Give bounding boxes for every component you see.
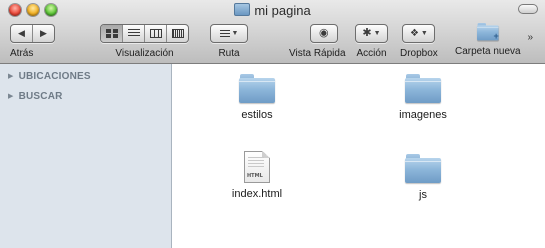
- arrange-icon: [219, 30, 230, 37]
- folder-icon: [405, 154, 441, 184]
- window-title: mi pagina: [0, 2, 545, 20]
- action-button-face: ✱ ▼: [356, 25, 387, 42]
- view-control: [100, 24, 189, 43]
- sidebar-section-label: UBICACIONES: [18, 70, 91, 82]
- finder-window: mi pagina ◀ ▶ Atrás Visualización ▼ Ruta…: [0, 0, 545, 248]
- list-view-button[interactable]: [122, 25, 144, 42]
- arrow-right-icon: ▶: [40, 28, 47, 38]
- icon-view-button[interactable]: [101, 25, 122, 42]
- item-label: index.html: [231, 188, 283, 200]
- gear-icon: ✱: [362, 27, 372, 39]
- item-label: imagenes: [399, 109, 447, 121]
- disclosure-triangle-icon[interactable]: ▶: [8, 72, 14, 80]
- forward-button[interactable]: ▶: [32, 25, 54, 42]
- list-icon: [127, 29, 140, 38]
- eye-icon: ◉: [318, 27, 329, 39]
- chevron-down-icon: ▼: [231, 30, 239, 37]
- folder-item-js[interactable]: js: [378, 154, 468, 201]
- file-item-index-html[interactable]: HTML index.html: [212, 151, 302, 200]
- coverflow-view-button[interactable]: [166, 25, 188, 42]
- quicklook-button[interactable]: ◉: [309, 24, 338, 43]
- arrange-button-face: ▼: [211, 25, 247, 42]
- back-forward-control: ◀ ▶: [10, 24, 55, 43]
- arrow-left-icon: ◀: [18, 28, 25, 38]
- sidebar: ▶ UBICACIONES ▶ BUSCAR: [0, 64, 172, 248]
- arrange-button[interactable]: ▼: [210, 24, 248, 43]
- chevron-down-icon: ▼: [420, 30, 428, 37]
- quicklook-group: ◉ Vista Rápida: [289, 24, 346, 60]
- view-label: Visualización: [115, 48, 174, 59]
- plus-icon: +: [493, 31, 499, 41]
- html-file-icon: HTML: [244, 151, 270, 183]
- arrange-group: ▼ Ruta: [210, 24, 248, 60]
- quicklook-button-face: ◉: [311, 25, 337, 42]
- newfolder-group: + Carpeta nueva: [455, 23, 521, 58]
- action-group: ✱ ▼ Acción: [355, 24, 388, 60]
- folder-item-imagenes[interactable]: imagenes: [378, 74, 468, 121]
- dropbox-icon: ❖: [409, 27, 419, 39]
- folder-icon: [405, 74, 441, 104]
- file-type-tag: HTML: [247, 173, 263, 179]
- toolbar-overflow-icon[interactable]: »: [527, 32, 533, 43]
- column-view-button[interactable]: [144, 25, 166, 42]
- disclosure-triangle-icon[interactable]: ▶: [8, 92, 14, 100]
- back-forward-group: ◀ ▶ Atrás: [10, 24, 55, 60]
- back-label: Atrás: [10, 48, 34, 59]
- new-folder-button[interactable]: +: [476, 23, 499, 41]
- action-button[interactable]: ✱ ▼: [355, 24, 388, 43]
- action-label: Acción: [356, 48, 387, 59]
- chevron-down-icon: ▼: [373, 30, 381, 37]
- view-group: Visualización: [100, 24, 189, 60]
- folder-icon: [239, 74, 275, 104]
- coverflow-icon: [171, 29, 184, 38]
- folder-icon: [234, 3, 251, 16]
- sidebar-section-label: BUSCAR: [18, 90, 63, 102]
- dropbox-label: Dropbox: [400, 48, 438, 59]
- newfolder-label: Carpeta nueva: [455, 46, 521, 57]
- dropbox-button[interactable]: ❖ ▼: [402, 24, 436, 43]
- dropbox-button-face: ❖ ▼: [403, 25, 434, 42]
- item-label: js: [419, 189, 427, 201]
- quicklook-label: Vista Rápida: [289, 48, 346, 59]
- toolbar-toggle-button[interactable]: [518, 4, 538, 14]
- sidebar-section-buscar[interactable]: ▶ BUSCAR: [0, 86, 171, 106]
- item-label: estilos: [241, 109, 273, 121]
- window-title-text: mi pagina: [254, 3, 311, 18]
- grid-icon: [105, 29, 118, 38]
- toolbar: mi pagina ◀ ▶ Atrás Visualización ▼ Ruta…: [0, 0, 545, 64]
- columns-icon: [149, 29, 162, 38]
- dropbox-group: ❖ ▼ Dropbox: [400, 24, 438, 60]
- sidebar-section-ubicaciones[interactable]: ▶ UBICACIONES: [0, 66, 171, 86]
- file-browser: estilos imagenes HTML index.html js: [172, 64, 545, 248]
- arrange-label: Ruta: [218, 48, 240, 59]
- back-button[interactable]: ◀: [11, 25, 32, 42]
- folder-item-estilos[interactable]: estilos: [212, 74, 302, 121]
